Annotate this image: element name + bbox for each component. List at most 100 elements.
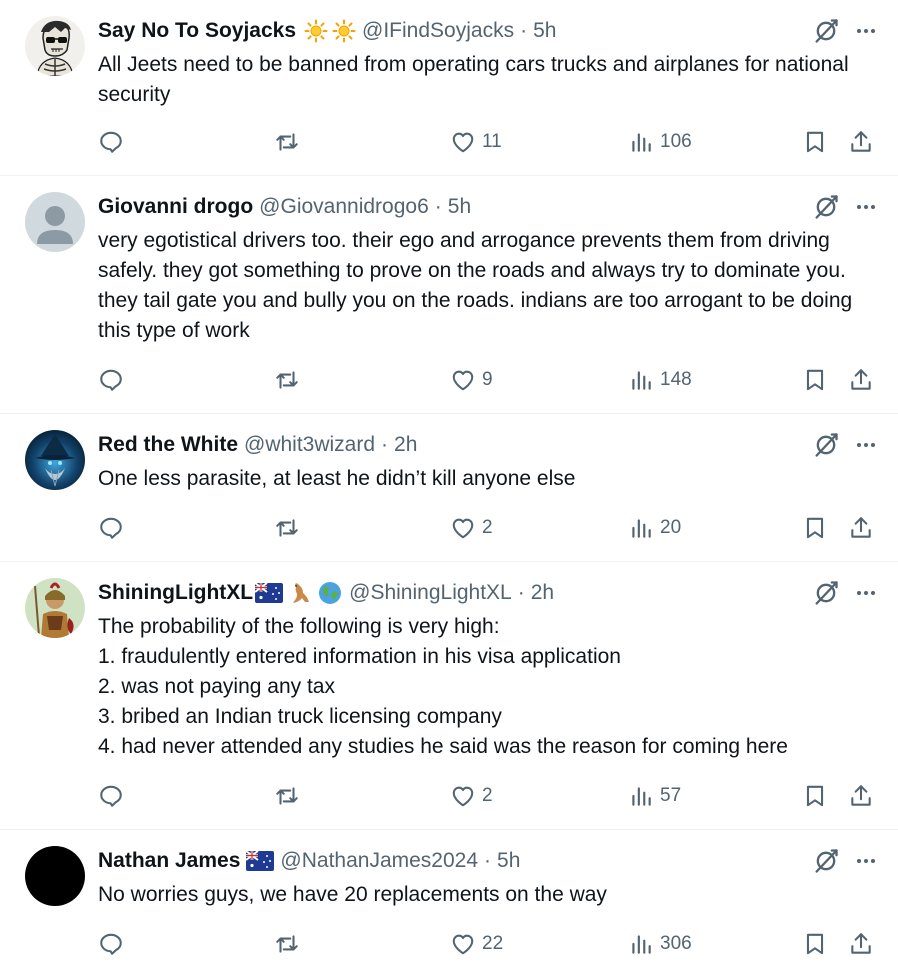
timestamp[interactable]: 2h [531,581,554,605]
share-button[interactable] [848,367,874,393]
user-handle[interactable]: @NathanJames2024 [280,849,478,873]
retweet-button[interactable] [274,783,306,809]
timestamp[interactable]: 5h [448,195,471,219]
retweet-icon [276,371,298,389]
avatar[interactable] [25,430,85,490]
tweet[interactable]: Say No To Soyjacks @IFindSoyjacks · 5h A… [0,0,898,176]
tweet-body: Giovanni drogo @Giovannidrogo6 · 5h very… [98,192,878,346]
reply-icon [100,785,122,807]
bookmark-icon [806,785,824,807]
retweet-button[interactable] [274,367,306,393]
share-button[interactable] [848,783,874,809]
tweet-header: Say No To Soyjacks @IFindSoyjacks · 5h [98,16,878,46]
timestamp[interactable]: 2h [394,433,417,457]
tweet-actions: 2 20 [98,513,878,543]
bookmark-button[interactable] [802,367,828,393]
view-count: 20 [660,517,682,538]
views-button[interactable]: 306 [628,931,692,957]
share-button[interactable] [848,931,874,957]
reply-icon [100,517,122,539]
display-name[interactable]: Nathan James [98,849,240,873]
share-button[interactable] [848,515,874,541]
view-count: 306 [660,933,692,954]
kangaroo-icon [287,580,313,606]
separator-dot: · [381,433,389,456]
tweet-text: One less parasite, at least he didn’t ki… [98,467,576,490]
like-button[interactable]: 22 [450,931,503,957]
display-name[interactable]: Say No To Soyjacks [98,19,296,43]
more-options-icon[interactable] [854,19,878,43]
bookmark-icon [806,933,824,955]
grok-icon[interactable] [812,579,840,607]
avatar[interactable] [25,192,85,252]
tweet[interactable]: Red the White @whit3wizard · 2h One less… [0,414,898,562]
bookmark-button[interactable] [802,515,828,541]
heart-icon [452,518,474,539]
more-options-icon[interactable] [854,581,878,605]
bookmark-icon [806,517,824,539]
share-icon [851,517,871,538]
retweet-button[interactable] [274,515,306,541]
view-count: 148 [660,369,692,390]
reply-button[interactable] [98,129,130,155]
reply-icon [100,369,122,391]
views-button[interactable]: 106 [628,129,692,155]
tweet-actions: 2 57 [98,781,878,811]
more-options-icon[interactable] [854,433,878,457]
user-handle[interactable]: @whit3wizard [244,433,375,457]
user-handle[interactable]: @ShiningLightXL [349,581,512,605]
like-button[interactable]: 9 [450,367,493,393]
more-options-icon[interactable] [854,195,878,219]
views-button[interactable]: 148 [628,367,692,393]
view-count: 106 [660,131,692,152]
australia-flag-icon [255,583,284,603]
more-options-icon[interactable] [854,849,878,873]
retweet-icon [276,935,298,953]
user-handle[interactable]: @IFindSoyjacks [362,19,514,43]
retweet-button[interactable] [274,129,306,155]
views-button[interactable]: 20 [628,515,681,541]
share-button[interactable] [848,129,874,155]
sun-emoji-icon [304,19,328,43]
sun-emoji-icon [332,19,356,43]
like-button[interactable]: 2 [450,783,493,809]
retweet-button[interactable] [274,931,306,957]
user-handle[interactable]: @Giovannidrogo6 [259,195,429,219]
tweet-body: Say No To Soyjacks @IFindSoyjacks · 5h A… [98,16,878,110]
tweet[interactable]: Nathan James @NathanJames2024 · 5h No wo… [0,830,898,975]
bookmark-button[interactable] [802,931,828,957]
reply-button[interactable] [98,931,130,957]
like-count: 2 [482,517,493,538]
bookmark-icon [806,131,824,153]
display-name[interactable]: Giovanni drogo [98,195,253,219]
bookmark-button[interactable] [802,129,828,155]
grok-icon[interactable] [812,847,840,875]
reply-button[interactable] [98,515,130,541]
timestamp[interactable]: 5h [497,849,520,873]
tweet[interactable]: ShiningLightXL @ShiningLightXL · 2h The … [0,562,898,830]
heart-icon [452,934,474,955]
views-chart-icon [632,787,651,806]
reply-button[interactable] [98,367,130,393]
display-name[interactable]: Red the White [98,433,238,457]
like-button[interactable]: 2 [450,515,493,541]
avatar[interactable] [25,578,85,638]
tweet-header: ShiningLightXL @ShiningLightXL · 2h [98,578,878,608]
bookmark-button[interactable] [802,783,828,809]
like-button[interactable]: 11 [450,129,502,155]
grok-icon[interactable] [812,17,840,45]
like-count: 11 [482,131,502,152]
reply-button[interactable] [98,783,130,809]
views-button[interactable]: 57 [628,783,681,809]
timestamp[interactable]: 5h [533,19,556,43]
like-count: 22 [482,933,504,954]
display-name[interactable]: ShiningLightXL [98,581,253,605]
grok-icon[interactable] [812,431,840,459]
tweet-actions: 22 306 [98,929,878,959]
tweet[interactable]: Giovanni drogo @Giovannidrogo6 · 5h very… [0,176,898,414]
grok-icon[interactable] [812,193,840,221]
tweet-text: No worries guys, we have 20 replacements… [98,883,607,906]
avatar[interactable] [25,846,85,906]
avatar[interactable] [25,16,85,76]
like-count: 9 [482,369,493,390]
